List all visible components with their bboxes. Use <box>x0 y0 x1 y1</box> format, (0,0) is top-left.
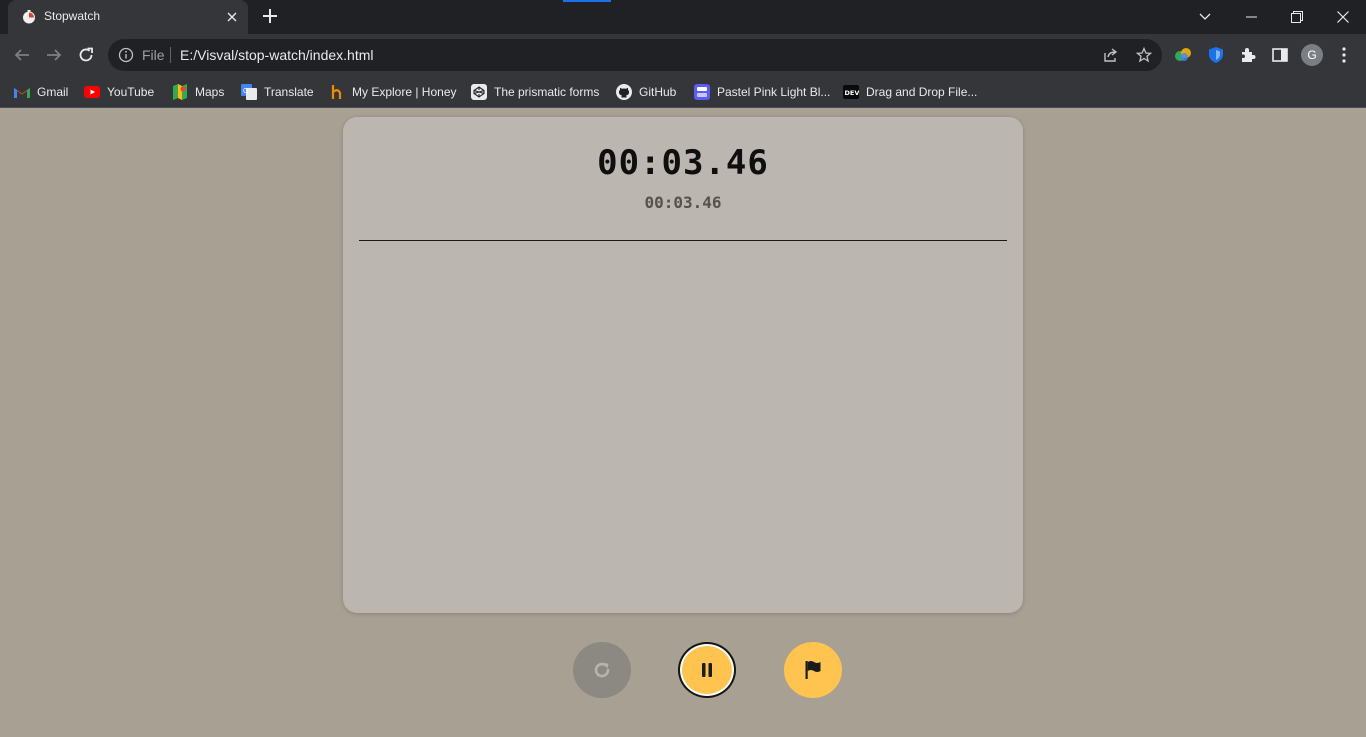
minimize-icon <box>1245 16 1257 18</box>
bookmarks-bar: Gmail YouTube Maps G Translate My Explor… <box>0 76 1366 108</box>
palette-icon <box>694 84 710 100</box>
arrow-left-icon <box>14 49 29 61</box>
close-window-button[interactable] <box>1328 3 1358 31</box>
translate-icon: G <box>241 84 257 100</box>
maps-icon <box>172 84 188 100</box>
restore-icon <box>1291 11 1303 23</box>
stopwatch-favicon-icon <box>22 10 36 24</box>
pause-button[interactable] <box>678 642 736 698</box>
current-lap-time: 00:03.46 <box>644 193 722 212</box>
address-bar[interactable]: File E:/Visval/stop-watch/index.html <box>108 39 1162 71</box>
bookmark-label: Maps <box>195 85 225 99</box>
dev-icon: DEV <box>843 84 859 100</box>
browser-toolbar: File E:/Visval/stop-watch/index.html G <box>0 34 1366 76</box>
tab-stopwatch[interactable]: Stopwatch <box>8 0 248 34</box>
profile-avatar[interactable]: G <box>1301 44 1323 66</box>
side-panel-icon[interactable] <box>1270 45 1290 65</box>
back-button[interactable] <box>9 42 35 68</box>
close-icon <box>1337 11 1349 23</box>
colorful-extension-icon[interactable] <box>1173 45 1193 65</box>
forward-button[interactable] <box>41 42 67 68</box>
bookmark-gmail[interactable]: Gmail <box>14 82 68 102</box>
bookmark-label: YouTube <box>107 85 155 99</box>
reset-button[interactable] <box>573 642 631 698</box>
bookmark-maps[interactable]: Maps <box>172 82 224 102</box>
bookmark-label: My Explore | Honey <box>352 85 457 99</box>
laps-divider <box>359 240 1007 241</box>
bookmark-label: GitHub <box>639 85 677 99</box>
bookmark-drag-drop[interactable]: DEV Drag and Drop File... <box>843 82 977 102</box>
browser-titlebar: Stopwatch <box>0 0 1366 34</box>
bookmark-label: Pastel Pink Light Bl... <box>717 85 831 99</box>
minimize-button[interactable] <box>1236 3 1266 31</box>
bookmark-github[interactable]: GitHub <box>616 82 676 102</box>
restore-button[interactable] <box>1282 3 1312 31</box>
scheme-label: File <box>142 47 165 63</box>
tab-close-icon[interactable] <box>224 9 240 25</box>
codepen-icon <box>471 84 487 100</box>
main-time-display: 00:03.46 <box>597 143 769 183</box>
bookmark-label: Gmail <box>37 85 69 99</box>
bookmark-star-icon[interactable] <box>1135 46 1153 64</box>
new-tab-button[interactable] <box>258 5 282 29</box>
more-menu-icon[interactable] <box>1334 45 1354 65</box>
url-text[interactable]: E:/Visval/stop-watch/index.html <box>180 47 374 63</box>
flag-icon <box>805 661 821 679</box>
bookmark-label: Translate <box>264 85 314 99</box>
tab-search-button[interactable] <box>1190 3 1220 31</box>
bookmark-prismatic-forms[interactable]: The prismatic forms <box>471 82 599 102</box>
plus-icon <box>263 9 277 23</box>
puzzle-icon[interactable] <box>1238 45 1258 65</box>
youtube-icon <box>84 84 100 100</box>
pause-icon <box>702 663 712 677</box>
github-icon <box>616 84 632 100</box>
bookmark-honey[interactable]: My Explore | Honey <box>329 82 457 102</box>
svg-text:DEV: DEV <box>845 89 860 97</box>
bookmark-label: Drag and Drop File... <box>866 85 978 99</box>
reload-button[interactable] <box>73 42 99 68</box>
gmail-icon <box>14 84 30 100</box>
tab-strip-accent <box>563 0 611 2</box>
arrow-right-icon <box>47 49 62 61</box>
lap-button[interactable] <box>784 642 842 698</box>
info-icon[interactable] <box>118 47 134 63</box>
laps-list <box>359 249 1007 599</box>
page-viewport: 00:03.46 00:03.46 <box>0 109 1366 737</box>
reset-icon <box>594 662 610 678</box>
honey-icon <box>329 84 345 100</box>
bookmark-label: The prismatic forms <box>494 85 600 99</box>
share-icon[interactable] <box>1102 46 1120 64</box>
chevron-down-icon <box>1199 13 1211 20</box>
stopwatch-card: 00:03.46 00:03.46 <box>343 117 1023 613</box>
shield-icon[interactable] <box>1206 45 1226 65</box>
bookmark-youtube[interactable]: YouTube <box>84 82 154 102</box>
bookmark-pastel-pink[interactable]: Pastel Pink Light Bl... <box>694 82 830 102</box>
reload-icon <box>79 47 93 62</box>
tab-title: Stopwatch <box>44 9 101 23</box>
bookmark-translate[interactable]: G Translate <box>241 82 314 102</box>
address-separator <box>170 47 171 63</box>
svg-text:G: G <box>243 88 248 95</box>
